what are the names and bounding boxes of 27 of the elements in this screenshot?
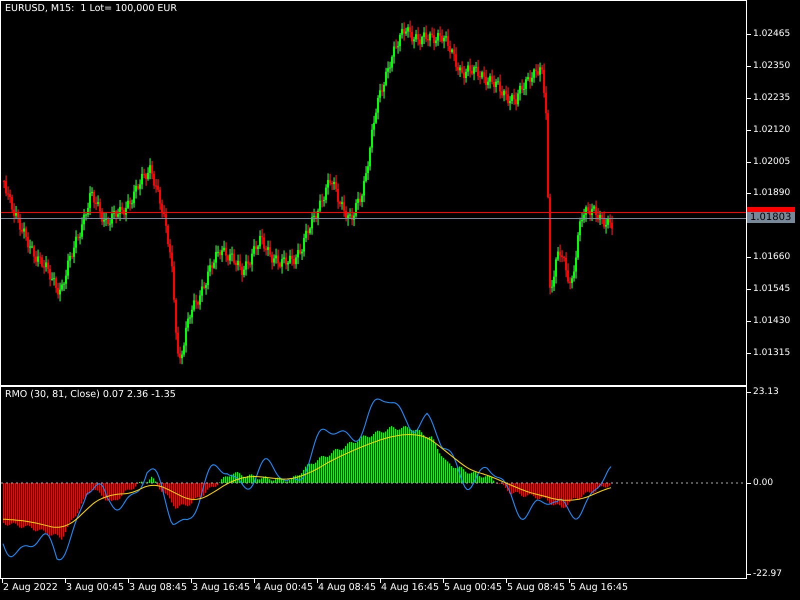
- time-label: 4 Aug 16:45: [381, 582, 440, 593]
- price-label: 1.02120: [753, 125, 790, 136]
- price-label: 1.02350: [753, 61, 790, 72]
- time-label: 5 Aug 08:45: [507, 582, 566, 593]
- time-label: 3 Aug 16:45: [192, 582, 250, 593]
- chart-title: EURUSD, M15: 1 Lot= 100,000 EUR: [5, 3, 177, 14]
- ask-price-tag: [747, 207, 795, 212]
- price-label: 1.01430: [753, 316, 790, 327]
- price-label: 1.01545: [753, 284, 790, 295]
- indicator-title: RMO (30, 81, Close) 0.07 2.36 -1.35: [5, 389, 176, 400]
- time-label: 3 Aug 08:45: [129, 582, 188, 593]
- time-label: 5 Aug 00:45: [444, 582, 502, 593]
- time-label: 4 Aug 00:45: [255, 582, 314, 593]
- time-label: 3 Aug 00:45: [66, 582, 124, 593]
- price-label: 1.01315: [753, 348, 790, 359]
- price-label: 1.02465: [753, 29, 790, 40]
- time-label: 5 Aug 16:45: [570, 582, 628, 593]
- time-label: 2 Aug 2022: [3, 582, 58, 593]
- bid-price-label: 1.01803: [747, 212, 795, 223]
- time-label: 4 Aug 08:45: [318, 582, 376, 593]
- price-label: 1.01890: [753, 188, 790, 199]
- price-label: 1.02235: [753, 93, 790, 104]
- indicator-axis-label: -22.97: [753, 569, 782, 580]
- price-label: 1.01660: [753, 252, 790, 263]
- price-label: 1.02005: [753, 157, 790, 168]
- indicator-axis-label: 23.13: [753, 387, 779, 398]
- indicator-axis-label: 0.00: [753, 478, 774, 489]
